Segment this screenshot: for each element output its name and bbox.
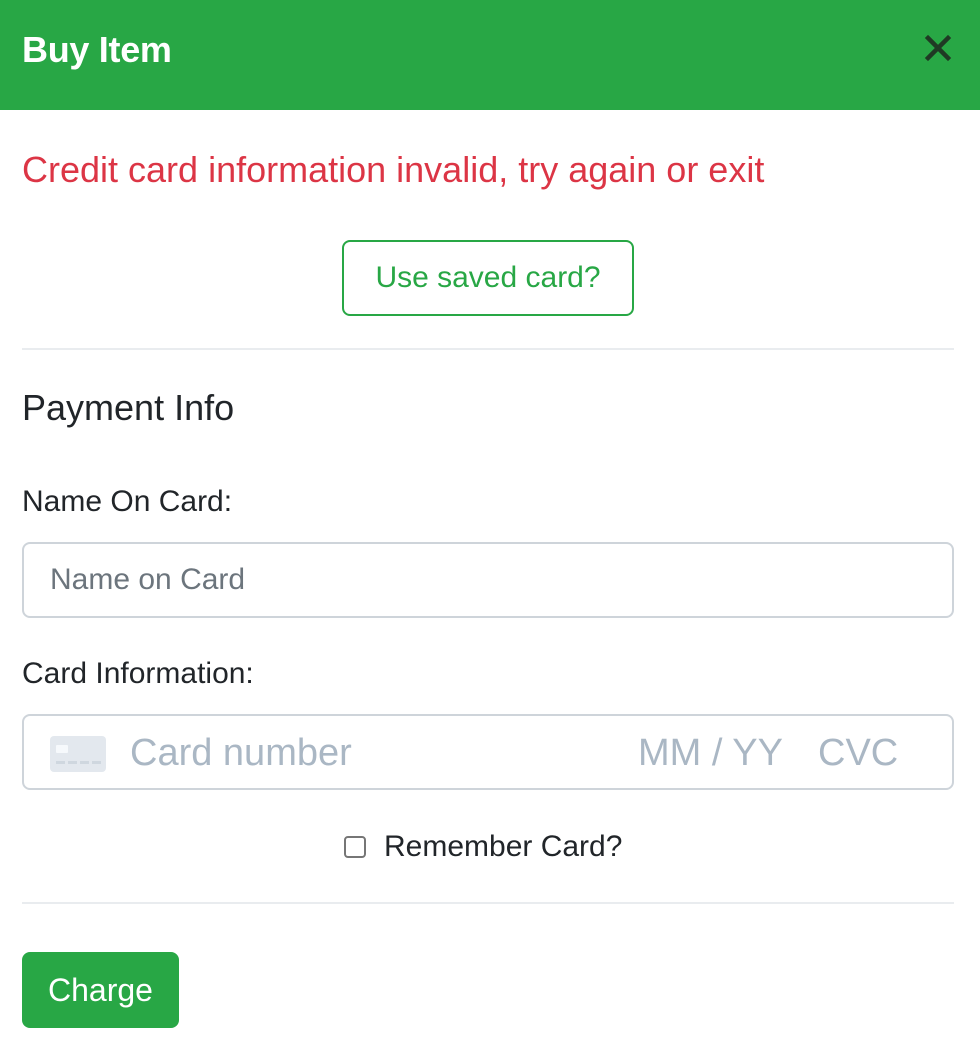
card-information-label: Card Information:	[22, 657, 254, 690]
card-cvc-input[interactable]	[818, 730, 928, 776]
buy-item-modal: Buy Item Credit card information invalid…	[0, 0, 980, 1052]
close-button[interactable]	[918, 28, 958, 68]
remember-card-label[interactable]: Remember Card?	[384, 827, 622, 867]
name-on-card-label: Name On Card:	[22, 485, 233, 518]
divider	[22, 902, 954, 904]
name-on-card-input[interactable]	[22, 542, 954, 618]
remember-card-row: Remember Card?	[342, 826, 622, 868]
card-information-field[interactable]	[22, 714, 954, 790]
divider	[22, 348, 954, 350]
close-icon	[924, 34, 952, 62]
remember-card-checkbox[interactable]	[344, 836, 366, 858]
error-message: Credit card information invalid, try aga…	[22, 149, 765, 190]
charge-button[interactable]: Charge	[22, 952, 179, 1028]
credit-card-icon	[50, 736, 106, 772]
use-saved-card-button[interactable]: Use saved card?	[342, 240, 634, 316]
card-expiry-input[interactable]	[638, 730, 810, 776]
payment-info-heading: Payment Info	[22, 387, 235, 428]
card-number-input[interactable]	[130, 730, 570, 776]
modal-header: Buy Item	[0, 0, 980, 110]
modal-title: Buy Item	[22, 29, 172, 70]
